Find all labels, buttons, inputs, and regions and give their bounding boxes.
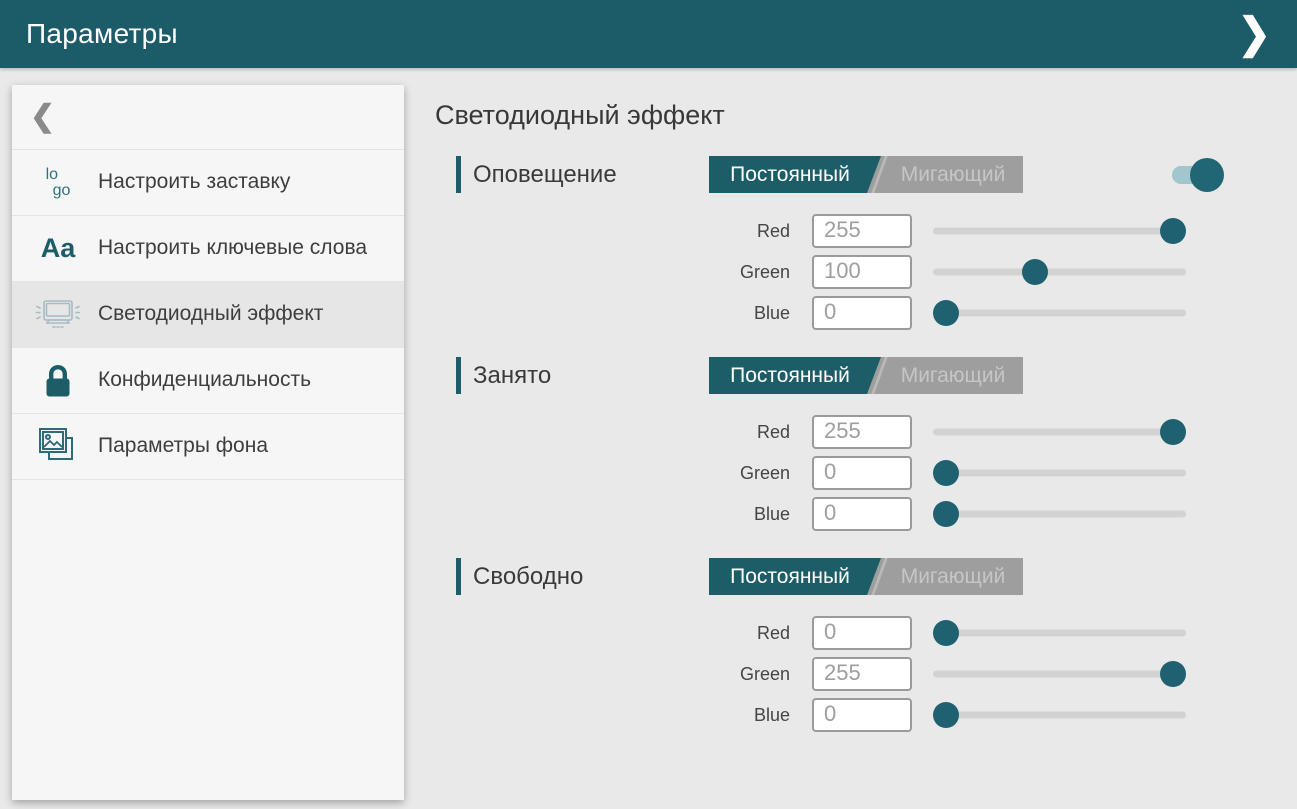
green-slider[interactable] bbox=[933, 255, 1186, 289]
section-heading: Светодиодный эффект bbox=[435, 100, 1255, 132]
app-header: Параметры ❯ bbox=[0, 0, 1297, 68]
slider-thumb[interactable] bbox=[933, 620, 959, 646]
slider-thumb[interactable] bbox=[1160, 218, 1186, 244]
sidebar-item-led-effect[interactable]: Светодиодный эффект bbox=[12, 282, 404, 348]
mode-constant-segment[interactable]: Постоянный bbox=[709, 156, 881, 193]
blue-slider[interactable] bbox=[933, 497, 1186, 531]
green-slider[interactable] bbox=[933, 456, 1186, 490]
led-screen-icon bbox=[34, 295, 82, 335]
sidebar-item-background[interactable]: Параметры фона bbox=[12, 414, 404, 480]
green-value-input[interactable] bbox=[812, 456, 912, 490]
green-slider[interactable] bbox=[933, 657, 1186, 691]
slider-thumb[interactable] bbox=[933, 501, 959, 527]
mode-blinking-segment[interactable]: Мигающий bbox=[883, 357, 1023, 394]
accent-bar bbox=[456, 156, 461, 193]
slider-thumb[interactable] bbox=[933, 460, 959, 486]
red-slider[interactable] bbox=[933, 616, 1186, 650]
sidebar-item-label: Настроить ключевые слова bbox=[98, 235, 367, 261]
blue-label: Blue bbox=[435, 504, 790, 525]
slider-track bbox=[933, 429, 1186, 436]
sidebar-item-label: Конфиденциальность bbox=[98, 367, 311, 393]
blue-label: Blue bbox=[435, 303, 790, 324]
green-value-input[interactable] bbox=[812, 255, 912, 289]
red-label: Red bbox=[435, 623, 790, 644]
green-value-input[interactable] bbox=[812, 657, 912, 691]
mode-constant-segment[interactable]: Постоянный bbox=[709, 357, 881, 394]
mode-blinking-segment[interactable]: Мигающий bbox=[883, 558, 1023, 595]
green-label: Green bbox=[435, 262, 790, 283]
slider-thumb[interactable] bbox=[1022, 259, 1048, 285]
slider-track bbox=[933, 712, 1186, 719]
forward-chevron-icon[interactable]: ❯ bbox=[1237, 13, 1271, 55]
slider-thumb[interactable] bbox=[1160, 661, 1186, 687]
slider-thumb[interactable] bbox=[1160, 419, 1186, 445]
sidebar-item-keywords[interactable]: Aa Настроить ключевые слова bbox=[12, 216, 404, 282]
logo-icon: lo go bbox=[34, 167, 82, 197]
section-label: Оповещение bbox=[473, 161, 617, 189]
slider-track bbox=[933, 511, 1186, 518]
led-section-busy: Занято Постоянный Мигающий Red Green bbox=[435, 357, 1255, 531]
slider-thumb[interactable] bbox=[933, 702, 959, 728]
sidebar-item-privacy[interactable]: Конфиденциальность bbox=[12, 348, 404, 414]
mode-segmented-control: Постоянный Мигающий bbox=[709, 558, 1023, 595]
page-title: Параметры bbox=[26, 18, 178, 50]
slider-track bbox=[933, 228, 1186, 235]
sidebar-item-screensaver[interactable]: lo go Настроить заставку bbox=[12, 150, 404, 216]
led-section-alert: Оповещение Постоянный Мигающий Red Green bbox=[435, 156, 1255, 330]
red-value-input[interactable] bbox=[812, 214, 912, 248]
alert-enable-toggle[interactable] bbox=[1172, 158, 1224, 192]
sidebar-item-label: Настроить заставку bbox=[98, 169, 290, 195]
accent-bar bbox=[456, 558, 461, 595]
mode-segmented-control: Постоянный Мигающий bbox=[709, 357, 1023, 394]
lock-icon bbox=[34, 362, 82, 400]
blue-slider[interactable] bbox=[933, 698, 1186, 732]
mode-segmented-control: Постоянный Мигающий bbox=[709, 156, 1023, 193]
slider-track bbox=[933, 269, 1186, 276]
led-effect-panel: Светодиодный эффект Оповещение Постоянны… bbox=[435, 100, 1255, 759]
toggle-knob bbox=[1190, 158, 1224, 192]
background-images-icon bbox=[34, 425, 82, 469]
mode-blinking-segment[interactable]: Мигающий bbox=[883, 156, 1023, 193]
red-slider[interactable] bbox=[933, 214, 1186, 248]
green-label: Green bbox=[435, 664, 790, 685]
slider-track bbox=[933, 671, 1186, 678]
blue-slider[interactable] bbox=[933, 296, 1186, 330]
blue-label: Blue bbox=[435, 705, 790, 726]
slider-track bbox=[933, 310, 1186, 317]
blue-value-input[interactable] bbox=[812, 698, 912, 732]
slider-track bbox=[933, 630, 1186, 637]
section-label: Занято bbox=[473, 362, 551, 390]
slider-thumb[interactable] bbox=[933, 300, 959, 326]
section-label: Свободно bbox=[473, 563, 583, 591]
red-label: Red bbox=[435, 422, 790, 443]
blue-value-input[interactable] bbox=[812, 497, 912, 531]
accent-bar bbox=[456, 357, 461, 394]
sidebar-collapse-button[interactable]: ❮ bbox=[12, 85, 404, 150]
red-value-input[interactable] bbox=[812, 415, 912, 449]
red-value-input[interactable] bbox=[812, 616, 912, 650]
red-slider[interactable] bbox=[933, 415, 1186, 449]
settings-sidebar: ❮ lo go Настроить заставку Aa Настроить … bbox=[12, 85, 404, 800]
green-label: Green bbox=[435, 463, 790, 484]
blue-value-input[interactable] bbox=[812, 296, 912, 330]
mode-constant-segment[interactable]: Постоянный bbox=[709, 558, 881, 595]
sidebar-item-label: Светодиодный эффект bbox=[98, 301, 323, 327]
slider-track bbox=[933, 470, 1186, 477]
back-chevron-icon: ❮ bbox=[30, 102, 55, 132]
sidebar-item-label: Параметры фона bbox=[98, 433, 268, 459]
keywords-icon: Aa bbox=[34, 235, 82, 262]
red-label: Red bbox=[435, 221, 790, 242]
led-section-free: Свободно Постоянный Мигающий Red Green bbox=[435, 558, 1255, 732]
